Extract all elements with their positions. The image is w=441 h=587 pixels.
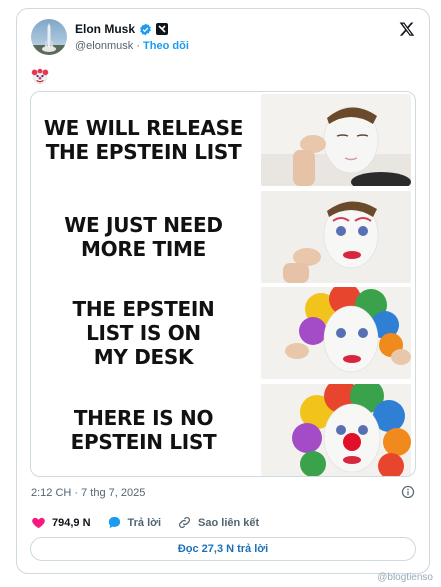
reply-label: Trả lời <box>127 516 162 529</box>
watermark: @blogtienso <box>377 572 433 583</box>
meme-panel: WE WILL RELEASE THE EPSTEIN LIST <box>31 92 415 189</box>
copy-link-button[interactable]: Sao liên kết <box>177 515 259 530</box>
meme-panel: WE JUST NEED MORE TIME <box>31 189 415 286</box>
verified-badge-icon <box>139 23 152 36</box>
meme-image[interactable]: WE WILL RELEASE THE EPSTEIN LIST WE JUST <box>30 91 416 477</box>
read-replies-button[interactable]: Đọc 27,3 N trả lời <box>30 537 416 561</box>
separator-dot: · <box>136 40 140 52</box>
affiliate-badge-icon[interactable] <box>156 23 169 35</box>
tweet-timestamp[interactable]: 2:12 CH · 7 thg 7, 2025 <box>31 487 145 499</box>
reply-bubble-icon <box>108 516 120 529</box>
clown-makeup-photo-1 <box>261 94 411 186</box>
clown-makeup-photo-2 <box>261 190 411 283</box>
heart-icon <box>32 517 45 529</box>
handle-row: @elonmusk · Theo dõi <box>75 40 189 52</box>
avatar[interactable] <box>31 19 67 55</box>
link-icon <box>179 517 190 528</box>
tweet-actions: 794,9 N Trả lời Sao liên kết <box>31 515 275 530</box>
clown-makeup-photo-3 <box>261 287 411 379</box>
author-display-name[interactable]: Elon Musk <box>75 22 135 36</box>
tweet-card[interactable]: Elon Musk @elonmusk · Theo dõi WE WILL R… <box>16 8 430 574</box>
meme-caption: WE JUST NEED MORE TIME <box>64 212 223 261</box>
copy-link-label: Sao liên kết <box>198 516 260 529</box>
meme-caption: WE WILL RELEASE THE EPSTEIN LIST <box>43 116 244 165</box>
like-count: 794,9 N <box>52 516 91 529</box>
meme-panel: THE EPSTEIN LIST IS ON MY DESK <box>31 285 415 382</box>
clown-makeup-photo-4 <box>261 383 411 476</box>
meme-panel: THERE IS NO EPSTEIN LIST <box>31 382 415 477</box>
like-button[interactable]: 794,9 N <box>31 515 91 530</box>
meme-caption: THERE IS NO EPSTEIN LIST <box>70 405 217 454</box>
info-icon[interactable] <box>401 485 415 499</box>
meme-caption: THE EPSTEIN LIST IS ON MY DESK <box>72 297 215 370</box>
follow-button[interactable]: Theo dõi <box>143 40 189 52</box>
rocket-launch-avatar-image <box>31 23 67 55</box>
x-logo-icon[interactable] <box>399 21 415 37</box>
author-handle[interactable]: @elonmusk <box>75 40 133 52</box>
reply-button[interactable]: Trả lời <box>107 515 162 530</box>
clown-face-emoji <box>31 67 51 87</box>
